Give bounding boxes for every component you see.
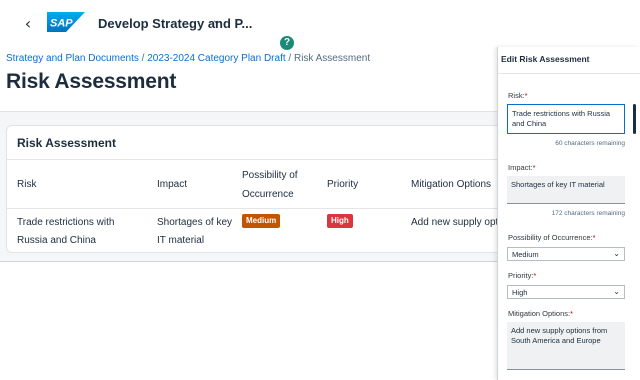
sap-logo: SAP: [47, 12, 85, 32]
breadcrumb-current: Risk Assessment: [293, 53, 371, 64]
shell-bar: ‹ SAP Develop Strategy and P... ⌄: [0, 0, 612, 46]
breadcrumb-link[interactable]: Strategy and Plan Documents: [6, 53, 139, 64]
possibility-select[interactable]: Medium ⌄: [507, 247, 625, 261]
status-badge-high: High: [327, 214, 353, 228]
table-title: Risk Assessment: [17, 136, 116, 150]
cell-risk: Trade restrictions with Russia and China: [17, 217, 115, 246]
mitigation-label: Mitigation Options:*: [508, 309, 573, 318]
risk-label-text: Risk:: [508, 91, 525, 100]
priority-select-value: High: [512, 288, 528, 297]
back-button[interactable]: ‹: [18, 13, 38, 33]
priority-select[interactable]: High ⌄: [507, 285, 625, 299]
app-title[interactable]: Develop Strategy and P...: [98, 16, 252, 31]
breadcrumb-link[interactable]: 2023-2024 Category Plan Draft: [147, 53, 285, 64]
risk-label: Risk:*: [508, 91, 528, 100]
impact-char-counter: 172 characters remaining: [551, 210, 625, 217]
impact-label: Impact:*: [508, 163, 536, 172]
column-header-impact[interactable]: Impact: [157, 175, 187, 194]
status-badge-medium: Medium: [242, 214, 281, 228]
required-marker: *: [524, 91, 528, 100]
required-marker: *: [570, 309, 574, 318]
column-header-priority[interactable]: Priority: [327, 175, 358, 194]
help-icon[interactable]: ?: [280, 36, 294, 50]
sap-logo-text: SAP: [50, 18, 73, 30]
column-header-possibility[interactable]: Possibility of Occurrence: [242, 166, 312, 204]
impact-label-text: Impact:: [508, 163, 533, 172]
required-marker: *: [532, 163, 536, 172]
priority-label-text: Priority:: [508, 271, 534, 280]
mitigation-label-text: Mitigation Options:: [508, 309, 571, 318]
risk-textarea[interactable]: Trade restrictions with Russia and China: [507, 104, 625, 134]
chevron-left-icon: ‹: [24, 13, 32, 33]
impact-textarea[interactable]: Shortages of key IT material: [507, 176, 625, 204]
possibility-select-value: Medium: [512, 250, 539, 259]
possibility-label: Possibility of Occurrence:*: [508, 233, 596, 242]
chevron-down-icon: ⌄: [613, 249, 620, 258]
mitigation-textarea[interactable]: Add new supply options from South Americ…: [507, 322, 625, 370]
possibility-label-text: Possibility of Occurrence:: [508, 233, 593, 242]
breadcrumb: Strategy and Plan Documents / 2023-2024 …: [6, 53, 370, 64]
divider: [498, 73, 640, 74]
chevron-down-icon[interactable]: ⌄: [212, 15, 220, 26]
risk-char-counter: 60 characters remaining: [555, 140, 625, 147]
required-marker: *: [592, 233, 596, 242]
panel-scrollbar[interactable]: [633, 104, 636, 134]
panel-title: Edit Risk Assessment: [501, 54, 590, 64]
page-title: Risk Assessment: [6, 70, 177, 93]
required-marker: *: [533, 271, 537, 280]
priority-label: Priority:*: [508, 271, 536, 280]
column-header-risk[interactable]: Risk: [17, 175, 36, 194]
cell-impact: Shortages of key IT material: [157, 217, 233, 246]
chevron-down-icon: ⌄: [613, 287, 620, 296]
breadcrumb-separator: /: [141, 53, 145, 64]
column-header-mitigation[interactable]: Mitigation Options: [411, 175, 491, 194]
breadcrumb-separator: /: [288, 53, 292, 64]
app-root: ‹ SAP Develop Strategy and P... ⌄ ? Stra…: [0, 0, 640, 380]
edit-risk-panel: Edit Risk Assessment Risk:* Trade restri…: [497, 47, 640, 380]
